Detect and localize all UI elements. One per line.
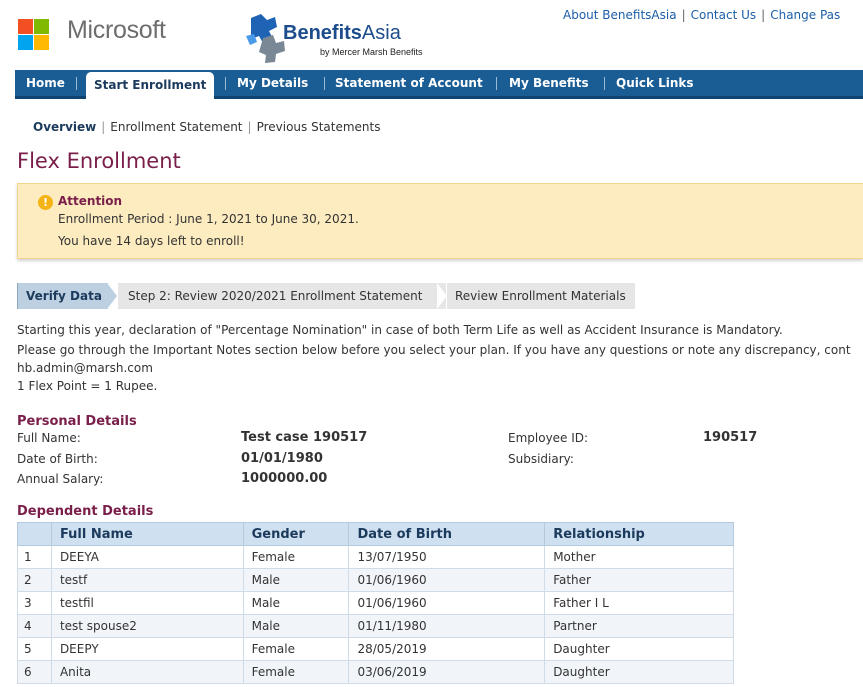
dependents-table: Full Name Gender Date of Birth Relations… xyxy=(17,522,734,684)
row-index: 4 xyxy=(17,614,52,638)
header: Microsoft BenefitsAsia by Mercer Marsh B… xyxy=(0,0,863,68)
step-verify-data[interactable]: Verify Data xyxy=(17,283,108,309)
full-name-label: Full Name: xyxy=(17,431,81,445)
column-header-index xyxy=(17,522,52,546)
column-header-gender: Gender xyxy=(242,522,350,546)
column-header-full-name: Full Name xyxy=(50,522,244,546)
table-row: 3 testfil Male 01/06/1960 Father I L xyxy=(17,591,734,615)
table-row: 5 DEEPY Female 28/05/2019 Daughter xyxy=(17,637,734,661)
dependent-dob: 28/05/2019 xyxy=(348,637,546,661)
nav-home[interactable]: Home xyxy=(26,70,65,96)
dob-label: Date of Birth: xyxy=(17,452,98,466)
dob-value: 01/01/1980 xyxy=(241,451,323,466)
nav-statement-of-account[interactable]: Statement of Account xyxy=(335,70,483,96)
row-index: 5 xyxy=(17,637,52,661)
dependent-relationship: Daughter xyxy=(544,637,734,661)
alert-title: Attention xyxy=(58,194,123,208)
dependent-name: testfil xyxy=(50,591,244,615)
full-name-value: Test case 190517 xyxy=(241,430,368,445)
step-review-materials[interactable]: Review Enrollment Materials xyxy=(447,283,635,309)
intro-important-notes: Please go through the Important Notes se… xyxy=(17,343,851,357)
employee-id-value: 190517 xyxy=(703,430,758,445)
employee-id-label: Employee ID: xyxy=(508,431,589,445)
subnav-enrollment-statement[interactable]: Enrollment Statement xyxy=(110,120,242,134)
dependent-name: DEEPY xyxy=(50,637,244,661)
step-arrow-divider xyxy=(437,283,447,309)
warning-icon: ! xyxy=(38,195,53,210)
nav-my-benefits[interactable]: My Benefits xyxy=(509,70,589,96)
microsoft-logo-text: Microsoft xyxy=(67,16,166,44)
dependent-gender: Female xyxy=(242,637,350,661)
dependent-relationship: Father xyxy=(544,568,734,592)
subnav-previous-statements[interactable]: Previous Statements xyxy=(257,120,381,134)
dependent-gender: Male xyxy=(242,614,350,638)
table-row: 4 test spouse2 Male 01/11/1980 Partner xyxy=(17,614,734,638)
dependent-relationship: Daughter xyxy=(544,660,734,684)
nav-start-enrollment[interactable]: Start Enrollment xyxy=(86,72,215,100)
about-link[interactable]: About BenefitsAsia xyxy=(563,8,677,22)
nav-divider xyxy=(76,77,77,90)
subnav-overview[interactable]: Overview xyxy=(33,120,96,134)
row-index: 6 xyxy=(17,660,52,684)
nav-divider xyxy=(225,77,226,90)
dependent-dob: 01/06/1960 xyxy=(348,568,546,592)
dependent-dob: 13/07/1950 xyxy=(348,545,546,569)
alert-enrollment-period: Enrollment Period : June 1, 2021 to June… xyxy=(58,212,359,226)
table-header-row: Full Name Gender Date of Birth Relations… xyxy=(17,522,734,546)
top-links: About BenefitsAsia | Contact Us | Change Pas xyxy=(563,8,841,22)
dependent-gender: Male xyxy=(242,568,350,592)
benefitsasia-tagline: by Mercer Marsh Benefits xyxy=(320,47,423,57)
dependent-relationship: Father I L xyxy=(544,591,734,615)
column-header-dob: Date of Birth xyxy=(348,522,546,546)
salary-label: Annual Salary: xyxy=(17,472,104,486)
nav-my-details[interactable]: My Details xyxy=(237,70,308,96)
row-index: 2 xyxy=(17,568,52,592)
nav-divider xyxy=(324,77,325,90)
alert-days-left: You have 14 days left to enroll! xyxy=(58,234,245,248)
subsidiary-label: Subsidiary: xyxy=(508,452,574,466)
benefitsasia-logo-text: BenefitsAsia xyxy=(283,22,401,44)
nav-divider xyxy=(496,77,497,90)
contact-us-link[interactable]: Contact Us xyxy=(691,8,757,22)
salary-value: 1000000.00 xyxy=(241,471,328,486)
dependent-dob: 01/06/1960 xyxy=(348,591,546,615)
dependent-gender: Male xyxy=(242,591,350,615)
row-index: 3 xyxy=(17,591,52,615)
dependent-dob: 01/11/1980 xyxy=(348,614,546,638)
dependent-relationship: Partner xyxy=(544,614,734,638)
personal-details-title: Personal Details xyxy=(17,414,137,429)
dependent-name: Anita xyxy=(50,660,244,684)
dependent-gender: Female xyxy=(242,545,350,569)
dependent-name: testf xyxy=(50,568,244,592)
nav-quick-links[interactable]: Quick Links xyxy=(616,70,694,96)
table-row: 1 DEEYA Female 13/07/1950 Mother xyxy=(17,545,734,569)
nav-divider xyxy=(604,77,605,90)
dependent-gender: Female xyxy=(242,660,350,684)
row-index: 1 xyxy=(17,545,52,569)
intro-nomination-note: Starting this year, declaration of "Perc… xyxy=(17,323,783,337)
table-row: 6 Anita Female 03/06/2019 Daughter xyxy=(17,660,734,684)
main-nav: Home Start Enrollment My Details Stateme… xyxy=(15,70,863,100)
step-arrow xyxy=(107,283,117,309)
dependent-name: test spouse2 xyxy=(50,614,244,638)
microsoft-logo-icon xyxy=(18,19,62,51)
dependent-name: DEEYA xyxy=(50,545,244,569)
attention-alert: ! Attention Enrollment Period : June 1, … xyxy=(17,183,863,259)
intro-email[interactable]: hb.admin@marsh.com xyxy=(17,361,153,375)
table-row: 2 testf Male 01/06/1960 Father xyxy=(17,568,734,592)
step-review-statement[interactable]: Step 2: Review 2020/2021 Enrollment Stat… xyxy=(118,283,446,309)
subnav: Overview | Enrollment Statement | Previous S… xyxy=(33,120,381,134)
page-title: Flex Enrollment xyxy=(17,149,181,173)
intro-flex-point: 1 Flex Point = 1 Rupee. xyxy=(17,379,158,393)
column-header-relationship: Relationship xyxy=(544,522,734,546)
change-password-link[interactable]: Change Pas xyxy=(770,8,840,22)
dependent-relationship: Mother xyxy=(544,545,734,569)
dependent-dob: 03/06/2019 xyxy=(348,660,546,684)
dependent-details-title: Dependent Details xyxy=(17,504,154,519)
